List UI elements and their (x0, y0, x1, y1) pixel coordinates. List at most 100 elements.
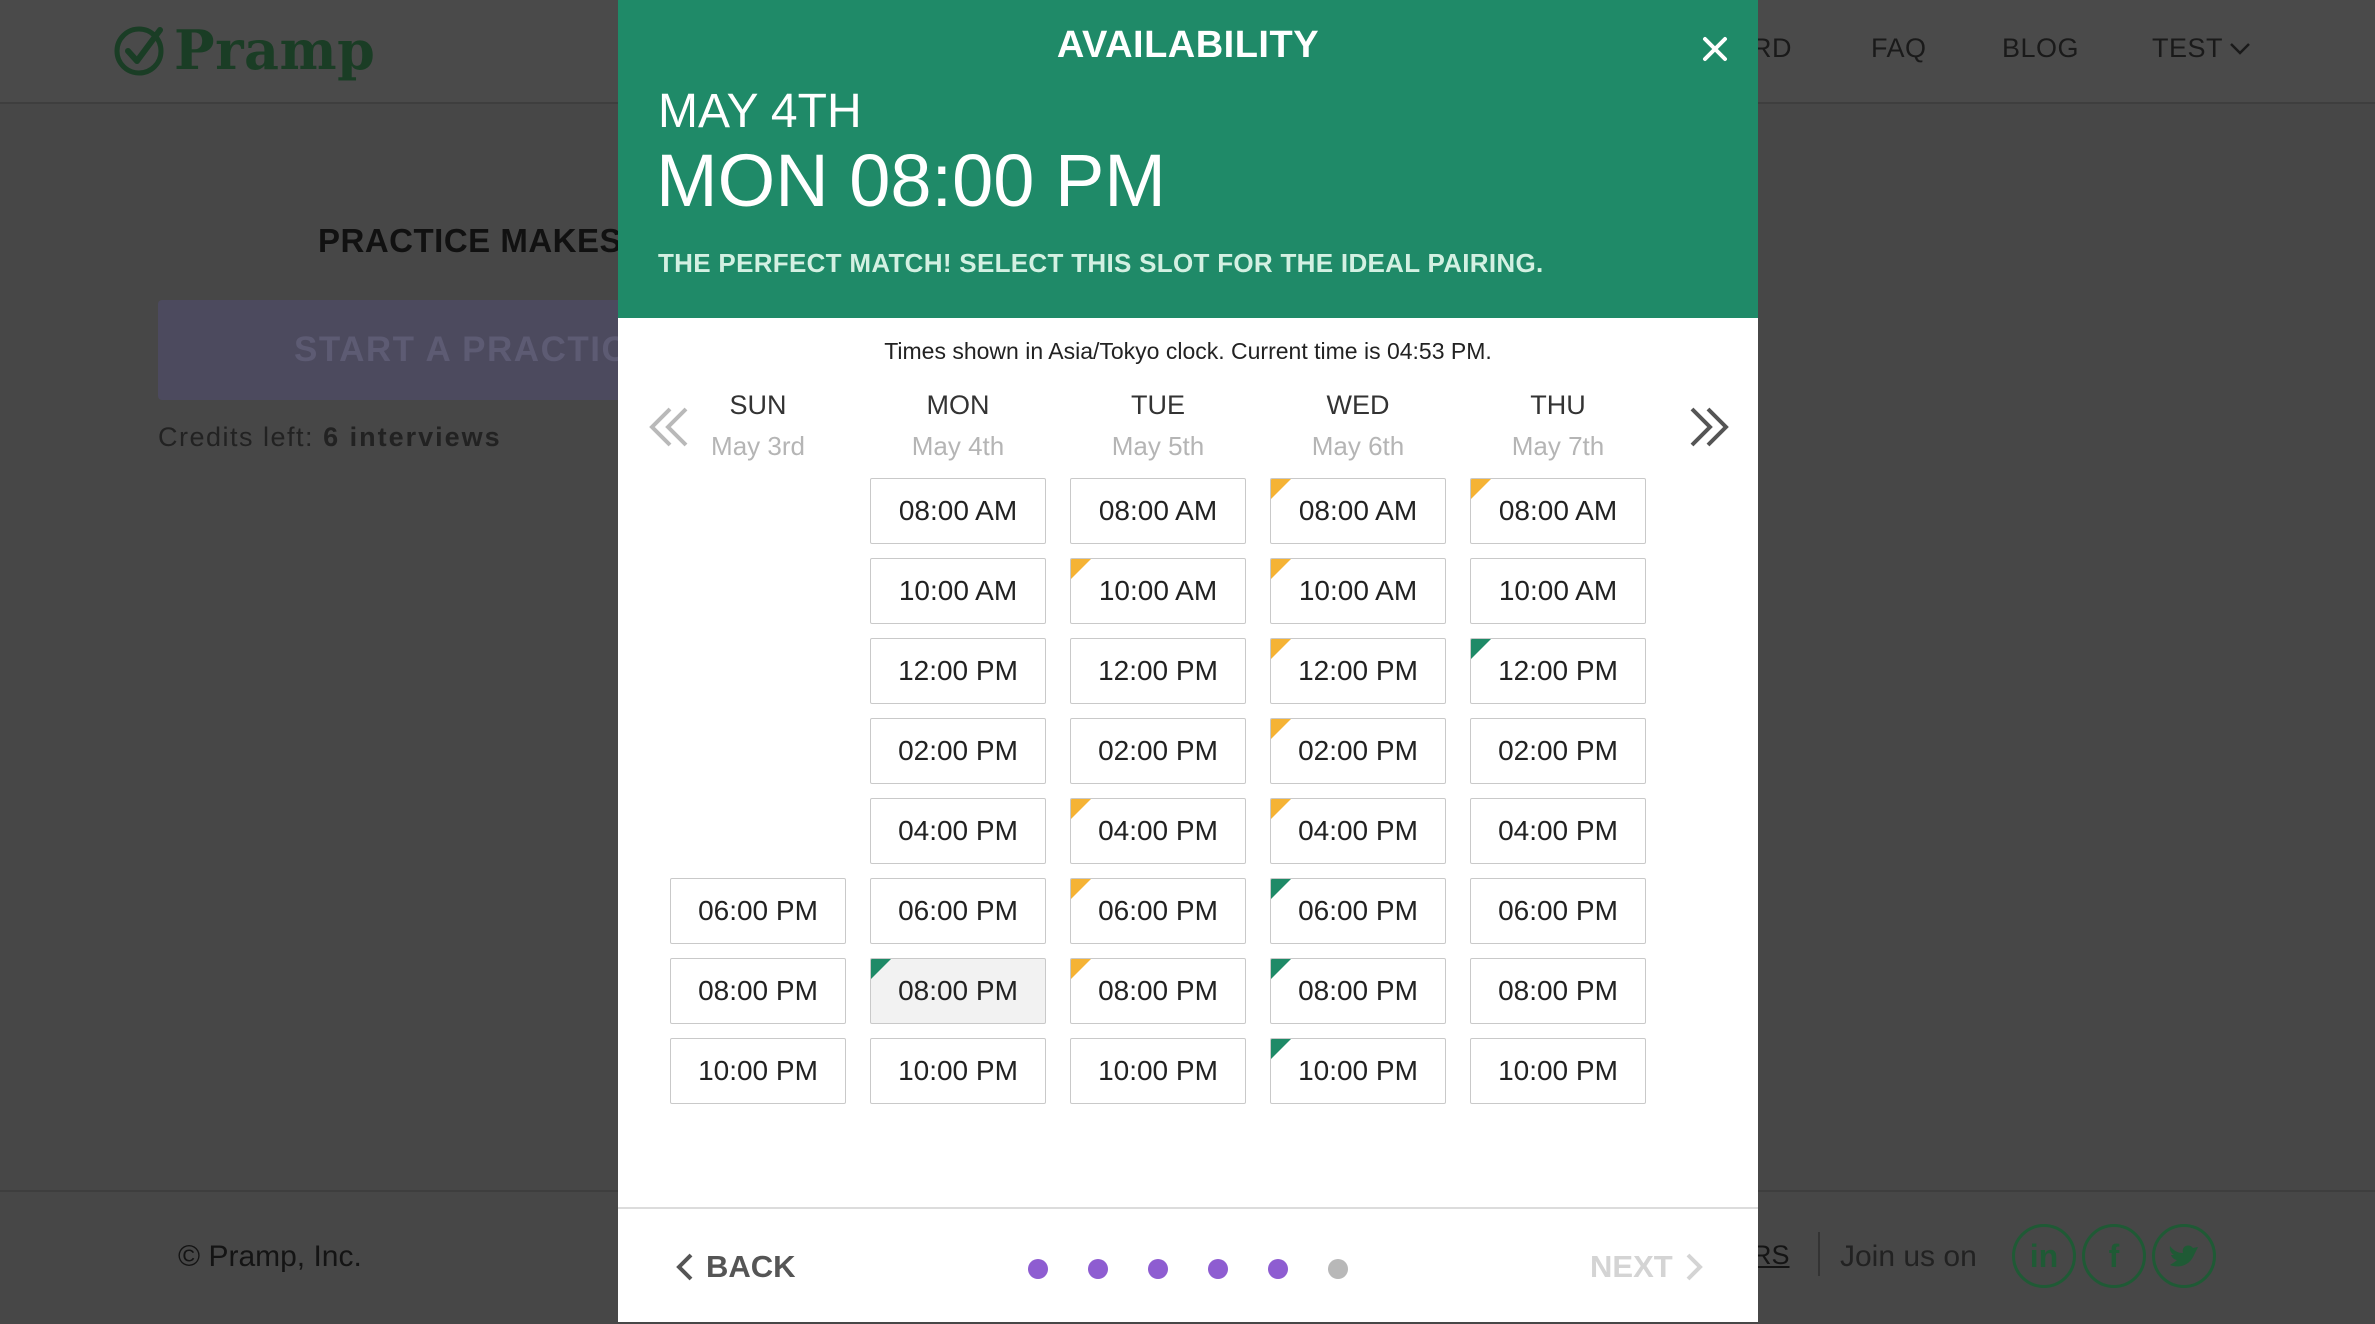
good-match-flag-icon (1471, 479, 1491, 499)
time-slot-label: 10:00 PM (1298, 1055, 1418, 1086)
day-header-wed: WED May 6th (1268, 390, 1448, 462)
time-slot-label: 06:00 PM (698, 895, 818, 926)
time-slot-button[interactable]: 02:00 PM (1470, 718, 1646, 784)
next-label: NEXT (1590, 1249, 1673, 1284)
progress-dot-5[interactable] (1268, 1259, 1288, 1279)
time-slot-button[interactable]: 12:00 PM (870, 638, 1046, 704)
pramp-logo[interactable]: Pramp (112, 18, 375, 82)
facebook-icon[interactable]: f (2082, 1224, 2146, 1288)
match-message: THE PERFECT MATCH! SELECT THIS SLOT FOR … (658, 248, 1544, 278)
time-slot-button[interactable]: 02:00 PM (1070, 718, 1246, 784)
chevron-down-icon (2230, 42, 2250, 55)
time-slot-button[interactable]: 10:00 PM (1270, 1038, 1446, 1104)
back-button[interactable]: BACK (674, 1249, 796, 1285)
time-slot-label: 02:00 PM (1498, 735, 1618, 766)
time-slot-label: 10:00 AM (1498, 575, 1618, 606)
availability-modal: AVAILABILITY MAY 4TH MON 08:00 PM THE PE… (618, 0, 1758, 1322)
time-slot-label: 08:00 PM (1298, 975, 1418, 1006)
time-slot-button[interactable]: 08:00 PM (1270, 958, 1446, 1024)
time-slot-button[interactable]: 02:00 PM (1270, 718, 1446, 784)
nav-link-leaderboard[interactable]: RD (1752, 33, 1792, 64)
time-slot-label: 10:00 PM (698, 1055, 818, 1086)
time-slot-button[interactable]: 10:00 PM (670, 1038, 846, 1104)
nav-link-faq[interactable]: FAQ (1871, 33, 1927, 64)
day-date: May 3rd (711, 431, 805, 461)
time-slot-label: 10:00 PM (1098, 1055, 1218, 1086)
progress-dot-4[interactable] (1208, 1259, 1228, 1279)
twitter-icon[interactable] (2152, 1224, 2216, 1288)
time-slot-button[interactable]: 10:00 PM (870, 1038, 1046, 1104)
time-slot-label: 06:00 PM (1498, 895, 1618, 926)
copyright: © Pramp, Inc. (178, 1240, 362, 1273)
time-slot-button[interactable]: 10:00 AM (870, 558, 1046, 624)
time-slot-button[interactable]: 06:00 PM (870, 878, 1046, 944)
good-match-flag-icon (1071, 959, 1091, 979)
back-label: BACK (706, 1249, 796, 1284)
time-slot-button[interactable]: 08:00 AM (1270, 478, 1446, 544)
close-icon[interactable] (1698, 32, 1732, 66)
progress-dot-1[interactable] (1028, 1259, 1048, 1279)
time-slot-button[interactable]: 04:00 PM (1470, 798, 1646, 864)
time-slot-button[interactable]: 10:00 PM (1070, 1038, 1246, 1104)
time-slot-button[interactable]: 10:00 PM (1470, 1038, 1646, 1104)
time-slot-label: 10:00 PM (898, 1055, 1018, 1086)
good-match-flag-icon (1271, 559, 1291, 579)
user-menu[interactable]: TEST (2152, 33, 2251, 64)
time-slot-button[interactable]: 12:00 PM (1070, 638, 1246, 704)
time-slot-button[interactable]: 12:00 PM (1470, 638, 1646, 704)
time-slot-button[interactable]: 08:00 PM (1070, 958, 1246, 1024)
selected-date: MAY 4TH (658, 85, 862, 138)
linkedin-icon[interactable]: in (2012, 1224, 2076, 1288)
time-slot-button[interactable]: 12:00 PM (1270, 638, 1446, 704)
time-slot-label: 04:00 PM (898, 815, 1018, 846)
time-slot-label: 04:00 PM (1498, 815, 1618, 846)
time-slot-label: 02:00 PM (1298, 735, 1418, 766)
time-slot-button[interactable]: 08:00 AM (1070, 478, 1246, 544)
time-slot-label: 12:00 PM (898, 655, 1018, 686)
time-slot-button[interactable]: 06:00 PM (670, 878, 846, 944)
time-slot-button[interactable]: 06:00 PM (1470, 878, 1646, 944)
user-menu-label: TEST (2152, 33, 2224, 63)
time-slot-button[interactable]: 10:00 AM (1470, 558, 1646, 624)
time-slot-button[interactable]: 08:00 PM (670, 958, 846, 1024)
time-slot-button[interactable]: 02:00 PM (870, 718, 1046, 784)
next-button[interactable]: NEXT (1590, 1249, 1705, 1285)
day-header-thu: THU May 7th (1468, 390, 1648, 462)
day-header-sun: SUN May 3rd (668, 390, 848, 462)
time-slot-label: 10:00 AM (1298, 575, 1418, 606)
time-slot-label: 06:00 PM (898, 895, 1018, 926)
time-slot-button[interactable]: 08:00 AM (1470, 478, 1646, 544)
modal-header: AVAILABILITY MAY 4TH MON 08:00 PM THE PE… (618, 0, 1758, 318)
time-slot-label: 02:00 PM (898, 735, 1018, 766)
nav-link-blog[interactable]: BLOG (2002, 33, 2079, 64)
time-slot-button[interactable]: 08:00 PM (1470, 958, 1646, 1024)
perfect-match-flag-icon (1471, 639, 1491, 659)
time-slot-label: 12:00 PM (1298, 655, 1418, 686)
time-slot-button[interactable]: 04:00 PM (1270, 798, 1446, 864)
chevron-left-icon (676, 1253, 693, 1281)
time-slot-label: 10:00 PM (1498, 1055, 1618, 1086)
progress-dot-3[interactable] (1148, 1259, 1168, 1279)
time-slot-button[interactable]: 08:00 AM (870, 478, 1046, 544)
good-match-flag-icon (1271, 799, 1291, 819)
time-slot-button[interactable]: 04:00 PM (1070, 798, 1246, 864)
next-week-arrow-icon[interactable] (1686, 404, 1732, 450)
good-match-flag-icon (1071, 879, 1091, 899)
progress-dot-6[interactable] (1328, 1259, 1348, 1279)
time-slot-label: 08:00 PM (1098, 975, 1218, 1006)
time-slot-button[interactable]: 10:00 AM (1270, 558, 1446, 624)
perfect-match-flag-icon (1271, 879, 1291, 899)
progress-dot-2[interactable] (1088, 1259, 1108, 1279)
start-practice-button[interactable]: START A PRACTIC (158, 300, 628, 400)
time-slot-button[interactable]: 10:00 AM (1070, 558, 1246, 624)
time-slot-button[interactable]: 04:00 PM (870, 798, 1046, 864)
time-slot-button[interactable]: 06:00 PM (1270, 878, 1446, 944)
modal-title: AVAILABILITY (1056, 24, 1320, 66)
checkmark-logo-icon (114, 26, 164, 76)
time-slot-label: 08:00 AM (1498, 495, 1618, 526)
time-slot-button[interactable]: 06:00 PM (1070, 878, 1246, 944)
day-name: WED (1326, 390, 1390, 420)
time-slot-label: 04:00 PM (1298, 815, 1418, 846)
time-slot-button[interactable]: 08:00 PM (870, 958, 1046, 1024)
day-name: MON (926, 390, 990, 420)
